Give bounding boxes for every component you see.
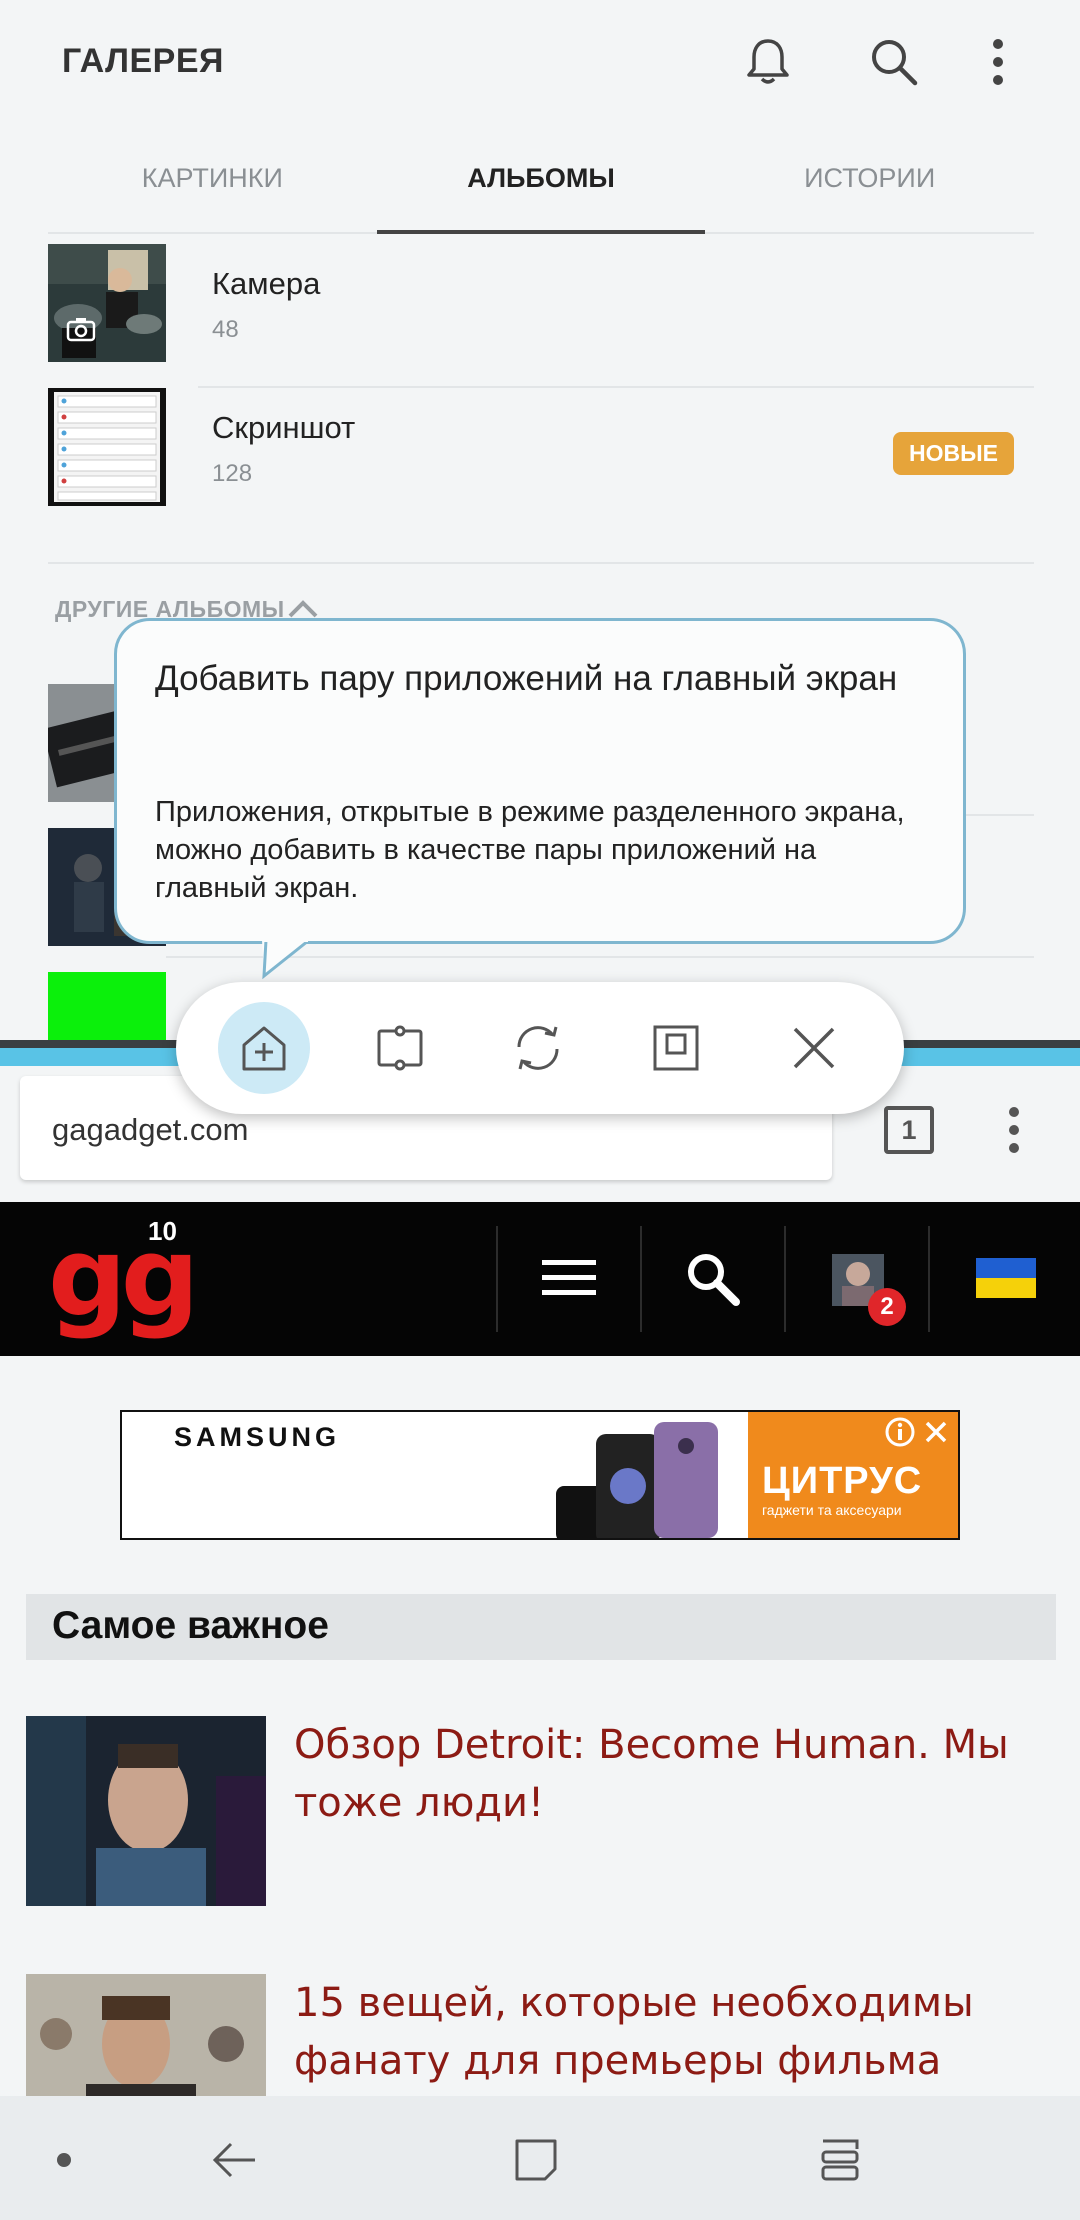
album-thumbnail[interactable] [48, 972, 166, 1040]
section-header: Самое важное [26, 1594, 1056, 1660]
fullscreen-icon [653, 1025, 699, 1071]
search-icon[interactable] [684, 1250, 742, 1313]
gallery-title: ГАЛЕРЕЯ [62, 42, 224, 80]
album-name: Камера [212, 266, 321, 301]
news-item[interactable]: 15 вещей, которые необходимы фанату для … [26, 1974, 1056, 2096]
news-thumbnail[interactable] [26, 1974, 266, 2096]
divider [48, 562, 1034, 564]
recent-apps-icon[interactable] [800, 2120, 880, 2200]
notification-badge: 2 [868, 1288, 906, 1326]
album-thumbnail [48, 244, 166, 362]
more-vert-icon[interactable] [966, 30, 1030, 94]
tab-stories[interactable]: ИСТОРИИ [705, 150, 1034, 232]
switch-apps-icon [517, 1026, 559, 1070]
section-title: Самое важное [52, 1604, 329, 1647]
news-title[interactable]: 15 вещей, которые необходимы фанату для … [294, 1974, 1034, 2096]
news-title[interactable]: Обзор Detroit: Become Human. Мы тоже люд… [294, 1716, 1034, 1832]
close-icon [793, 1027, 835, 1069]
album-screenshots[interactable]: Скриншот 128 НОВЫЕ [48, 388, 1034, 532]
add-app-pair-button[interactable] [218, 1002, 310, 1094]
album-thumbnail [48, 388, 166, 506]
chevron-up-icon[interactable] [286, 598, 320, 620]
ad-banner[interactable]: SAMSUNG ЦИТРУС гаджети та аксесуари [120, 1410, 960, 1540]
nav-dot-icon[interactable] [24, 2120, 104, 2200]
swap-windows-button[interactable] [354, 1002, 446, 1094]
news-item[interactable]: Обзор Detroit: Become Human. Мы тоже люд… [26, 1716, 1056, 1936]
new-badge: НОВЫЕ [893, 432, 1014, 475]
add-app-pair-icon [242, 1026, 286, 1071]
close-split-button[interactable] [768, 1002, 860, 1094]
album-name: Скриншот [212, 410, 356, 445]
fullscreen-button[interactable] [630, 1002, 722, 1094]
ad-shop-name: ЦИТРУС [762, 1460, 923, 1502]
more-vert-icon[interactable] [1008, 1106, 1020, 1159]
home-icon[interactable] [496, 2120, 576, 2200]
split-screen-toolbar [176, 982, 904, 1114]
browser-app: gagadget.com 1 gg 10 2 SAMSUNG ЦИТРУС га… [0, 1066, 1080, 2096]
swap-windows-icon [377, 1025, 423, 1071]
album-count: 48 [212, 316, 239, 343]
gallery-tabs: КАРТИНКИ АЛЬБОМЫ ИСТОРИИ [48, 150, 1034, 234]
divider [496, 1226, 498, 1332]
divider [784, 1226, 786, 1332]
divider [928, 1226, 930, 1332]
ukraine-flag-icon[interactable] [976, 1258, 1036, 1298]
ad-brand: SAMSUNG [174, 1422, 341, 1452]
phone-image [556, 1422, 718, 1538]
info-icon[interactable] [884, 1416, 916, 1448]
camera-icon [66, 318, 96, 342]
news-thumbnail[interactable] [26, 1716, 266, 1906]
tooltip-pointer [262, 940, 309, 980]
album-count: 128 [212, 460, 253, 487]
bell-icon[interactable] [736, 30, 800, 94]
logo-anniversary-badge: 10 [148, 1216, 177, 1246]
switch-apps-button[interactable] [492, 1002, 584, 1094]
hamburger-menu-icon[interactable] [540, 1256, 598, 1305]
site-header: gg 10 2 [0, 1202, 1080, 1356]
tooltip-title: Добавить пару приложений на главный экра… [155, 659, 898, 698]
system-navigation-bar [0, 2096, 1080, 2220]
ad-shop-panel: ЦИТРУС гаджети та аксесуари [748, 1412, 958, 1538]
tab-pictures[interactable]: КАРТИНКИ [48, 150, 377, 232]
tooltip-body: Приложения, открытые в режиме разделенно… [155, 796, 905, 904]
tab-albums[interactable]: АЛЬБОМЫ [376, 150, 706, 234]
divider [640, 1226, 642, 1332]
album-camera[interactable]: Камера 48 [48, 244, 1034, 388]
close-icon[interactable] [924, 1420, 948, 1444]
url-text[interactable]: gagadget.com [52, 1112, 248, 1148]
back-icon[interactable] [194, 2120, 274, 2200]
ad-shop-tagline: гаджети та аксесуари [762, 1502, 902, 1518]
search-icon[interactable] [862, 30, 926, 94]
tab-switcher-button[interactable]: 1 [884, 1106, 934, 1154]
app-pair-tooltip: Добавить пару приложений на главный экра… [114, 618, 966, 944]
